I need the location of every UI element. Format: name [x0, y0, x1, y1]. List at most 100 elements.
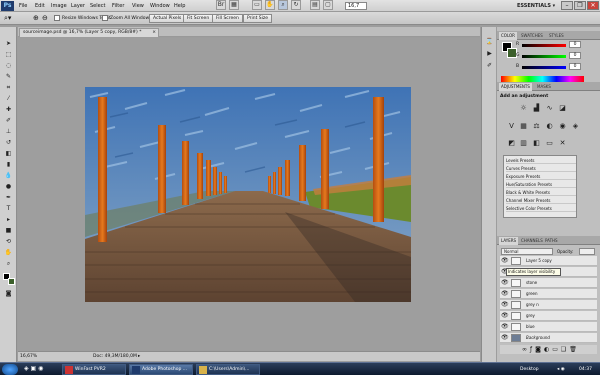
gradient-tool-icon[interactable]: ▮ — [3, 160, 14, 170]
delete-layer-icon[interactable]: 🗑 — [569, 346, 580, 353]
blend-mode-select[interactable]: Normal — [501, 248, 553, 255]
status-arrow-icon[interactable]: ▸ — [138, 353, 140, 361]
hand-tool-icon[interactable]: ✋ — [3, 248, 14, 258]
zoom-in-icon[interactable]: ⊕ — [33, 14, 39, 23]
marquee-tool-icon[interactable]: ⬚ — [3, 50, 14, 60]
print-size-button[interactable]: Print Size — [243, 14, 273, 23]
hue-saturation-icon[interactable]: ▦ — [518, 122, 529, 131]
gradient-map-icon[interactable]: ▭ — [544, 139, 555, 148]
new-layer-icon[interactable]: ❑ — [561, 346, 569, 353]
lasso-tool-icon[interactable]: ◌ — [3, 61, 14, 71]
selective-color-icon[interactable]: ✕ — [557, 139, 568, 148]
visibility-eye-icon[interactable]: 👁 — [501, 290, 509, 298]
layer-row[interactable]: 👁 grey n — [500, 300, 597, 310]
zoom-tool-icon[interactable]: ⌕ — [278, 0, 288, 10]
shape-tool-icon[interactable]: ■ — [3, 226, 14, 236]
tab-styles[interactable]: STYLES — [547, 32, 566, 40]
taskbar-item-explorer[interactable]: C:\Users\Admin\... — [196, 364, 260, 375]
zoom-out-icon[interactable]: ⊖ — [42, 14, 48, 23]
type-tool-icon[interactable]: T — [3, 204, 14, 214]
restore-button[interactable]: ❐ — [574, 1, 586, 10]
group-icon[interactable]: ▭ — [552, 346, 561, 353]
zoom-all-windows-checkbox[interactable] — [102, 15, 108, 21]
blur-tool-icon[interactable]: 💧 — [3, 171, 14, 181]
link-layers-icon[interactable]: ∞ — [522, 346, 530, 353]
posterize-icon[interactable]: ▥ — [518, 139, 529, 148]
clock[interactable]: 04:37 — [579, 364, 592, 375]
black-white-icon[interactable]: ◐ — [544, 122, 555, 131]
vibrance-icon[interactable]: V — [506, 122, 517, 131]
preset-levels[interactable]: Levels Presets — [506, 157, 576, 164]
brush-panel-icon[interactable]: ✐ — [484, 61, 495, 71]
color-spectrum-bar[interactable] — [501, 76, 584, 82]
arrange-documents-icon[interactable]: ▤ — [310, 0, 320, 10]
channel-mixer-icon[interactable]: ◈ — [570, 122, 581, 131]
zoom-status[interactable]: 16,67% — [20, 353, 37, 361]
pen-tool-icon[interactable]: ✒ — [3, 193, 14, 203]
close-button[interactable]: ✕ — [587, 1, 599, 10]
close-tab-icon[interactable]: × — [152, 29, 156, 37]
crop-tool-icon[interactable]: ⌗ — [3, 83, 14, 93]
actual-pixels-button[interactable]: Actual Pixels — [149, 14, 186, 23]
zoom-tool-icon[interactable]: ⌕ — [3, 259, 14, 269]
visibility-eye-icon[interactable]: 👁 — [501, 279, 509, 287]
preset-black-white[interactable]: Black & White Presets — [506, 189, 576, 196]
quick-selection-tool-icon[interactable]: ✎ — [3, 72, 14, 82]
tab-swatches[interactable]: SWATCHES — [519, 32, 545, 40]
layer-row[interactable]: 👁 Background — [500, 333, 597, 343]
blue-value-field[interactable]: 0 — [569, 63, 581, 70]
tray-icons[interactable]: ◂ ◉ — [557, 364, 565, 375]
preset-exposure[interactable]: Exposure Presets — [506, 173, 576, 180]
dodge-tool-icon[interactable]: ● — [3, 182, 14, 192]
layer-row[interactable]: 👁 green — [500, 289, 597, 299]
visibility-eye-icon[interactable]: 👁 — [501, 257, 509, 265]
document-tab[interactable]: sourceimage.psd @ 16,7% (Layer 5 copy, R… — [19, 28, 159, 37]
zoom-level-field[interactable]: 16,7 — [345, 2, 367, 10]
blue-slider[interactable] — [522, 66, 566, 69]
actions-panel-icon[interactable]: ▶ — [484, 49, 495, 59]
history-brush-tool-icon[interactable]: ↺ — [3, 138, 14, 148]
tab-adjustments[interactable]: ADJUSTMENTS — [499, 83, 532, 91]
brightness-contrast-icon[interactable]: ☼ — [518, 104, 529, 113]
preset-channel-mixer[interactable]: Channel Mixer Presets — [506, 197, 576, 204]
menu-file[interactable]: File — [19, 0, 27, 12]
taskbar-item-winfast[interactable]: WinFast PVR2 — [62, 364, 126, 375]
tab-color[interactable]: COLOR — [499, 32, 517, 40]
tab-layers[interactable]: LAYERS — [499, 237, 519, 245]
menu-view[interactable]: View — [132, 0, 144, 12]
eyedropper-tool-icon[interactable]: ⁄ — [3, 94, 14, 104]
workspace-switcher[interactable]: ESSENTIALS ▾ — [517, 1, 557, 11]
clone-stamp-tool-icon[interactable]: ⊥ — [3, 127, 14, 137]
preset-hue-saturation[interactable]: Hue/Saturation Presets — [506, 181, 576, 188]
green-slider[interactable] — [522, 55, 566, 58]
color-balance-icon[interactable]: ⚖ — [531, 122, 542, 131]
hand-tool-icon[interactable]: ✋ — [265, 0, 275, 10]
minimize-button[interactable]: – — [561, 1, 573, 10]
rotate-view-icon[interactable]: ↻ — [291, 0, 301, 10]
curves-icon[interactable]: ∿ — [544, 104, 555, 113]
quick-launch-icons[interactable]: ◈ ▣ ◉ — [24, 365, 43, 372]
zoom-preset-icon[interactable]: ⌕▾ — [4, 14, 11, 23]
fill-screen-button[interactable]: Fill Screen — [212, 14, 243, 23]
start-button[interactable] — [2, 364, 18, 375]
move-tool-icon[interactable]: ➤ — [3, 39, 14, 49]
menu-window[interactable]: Window — [150, 0, 170, 12]
layer-row[interactable]: 👁 stone — [500, 278, 597, 288]
document-image[interactable] — [85, 87, 411, 302]
opacity-field[interactable] — [579, 248, 595, 255]
eraser-tool-icon[interactable]: ◧ — [3, 149, 14, 159]
brush-tool-icon[interactable]: ✐ — [3, 116, 14, 126]
adjustment-layer-icon[interactable]: ◐ — [544, 346, 552, 353]
menu-image[interactable]: Image — [51, 0, 67, 12]
tab-channels[interactable]: CHANNELS — [519, 237, 545, 245]
visibility-eye-icon[interactable]: 👁 — [501, 312, 509, 320]
extras-icon[interactable]: ▭ — [252, 0, 262, 10]
layer-row[interactable]: 👁 blue — [500, 322, 597, 332]
red-value-field[interactable]: 0 — [569, 41, 581, 48]
preset-curves[interactable]: Curves Presets — [506, 165, 576, 172]
resize-windows-checkbox[interactable] — [54, 15, 60, 21]
menu-select[interactable]: Select — [90, 0, 105, 12]
background-color-swatch[interactable] — [8, 278, 15, 285]
minibridge-icon[interactable]: ▦ — [229, 0, 239, 10]
visibility-eye-icon[interactable]: 👁 — [501, 323, 509, 331]
